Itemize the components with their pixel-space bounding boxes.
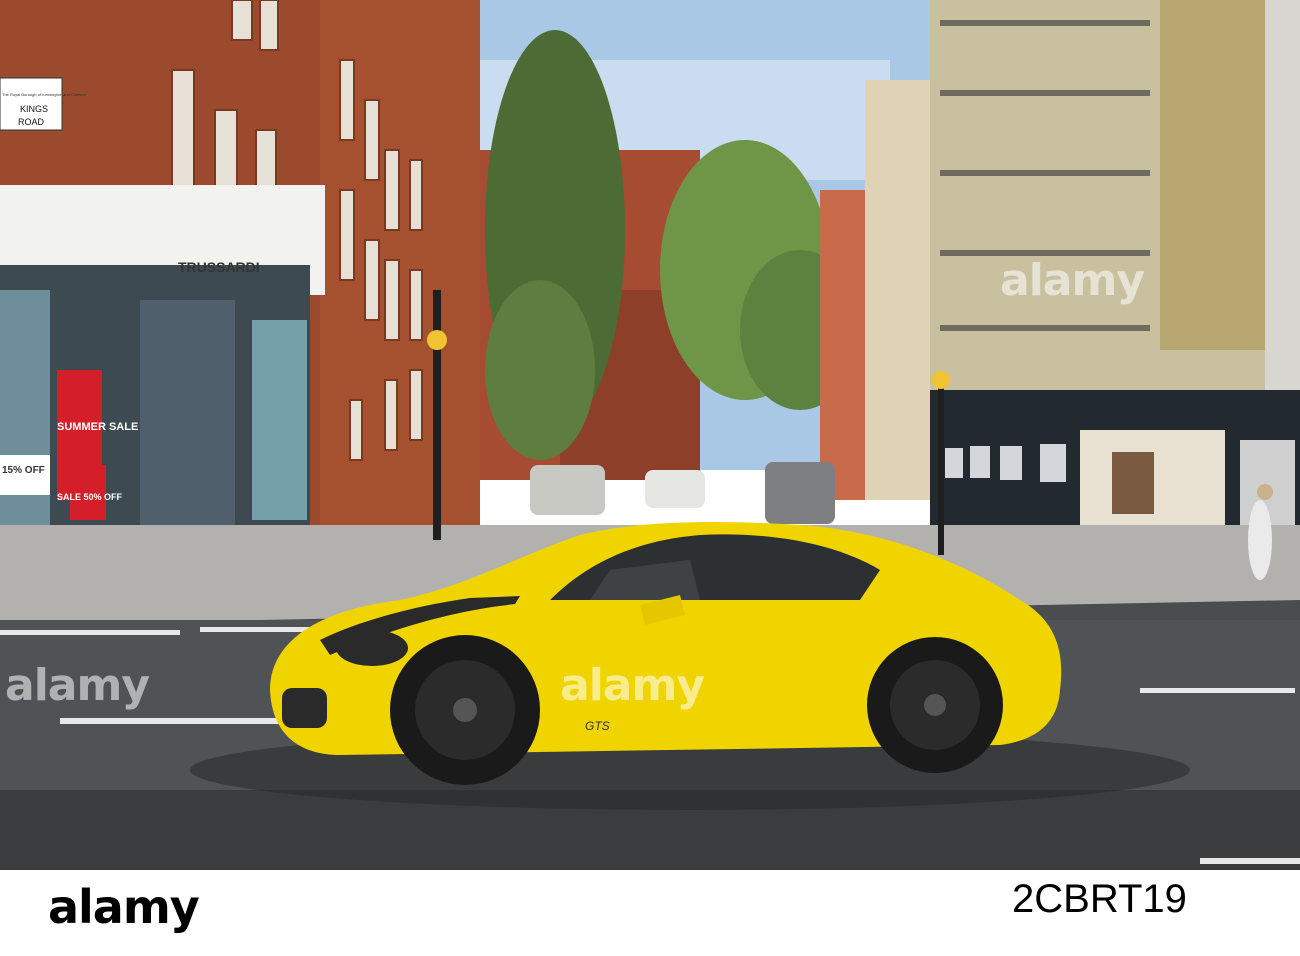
parked-car — [530, 465, 605, 515]
street-sign-line1: The Royal Borough of Kensington and Chel… — [2, 92, 86, 97]
alamy-logo: alamy — [48, 880, 200, 934]
watermark-left: alamy — [5, 660, 150, 711]
poster-15-off: 15% OFF — [2, 465, 45, 476]
car-badge: GTS — [585, 719, 610, 733]
image-id: 2CBRT19 — [1012, 877, 1187, 921]
pedestrian — [1248, 500, 1272, 580]
watermark-right: alamy — [1000, 255, 1145, 306]
street-sign-line2: KINGS — [20, 104, 48, 114]
lamp-post — [433, 290, 441, 540]
watermark-center: alamy — [560, 660, 705, 711]
street-photo: TRUSSARDI SUMMER SALE 15% OFF SALE 50% O… — [0, 0, 1300, 870]
store-sign: TRUSSARDI — [178, 259, 260, 275]
poster-summer-sale: SUMMER SALE — [57, 421, 138, 433]
street-sign-line3: ROAD — [18, 117, 45, 127]
poster-50-off: SALE 50% OFF — [57, 492, 123, 502]
